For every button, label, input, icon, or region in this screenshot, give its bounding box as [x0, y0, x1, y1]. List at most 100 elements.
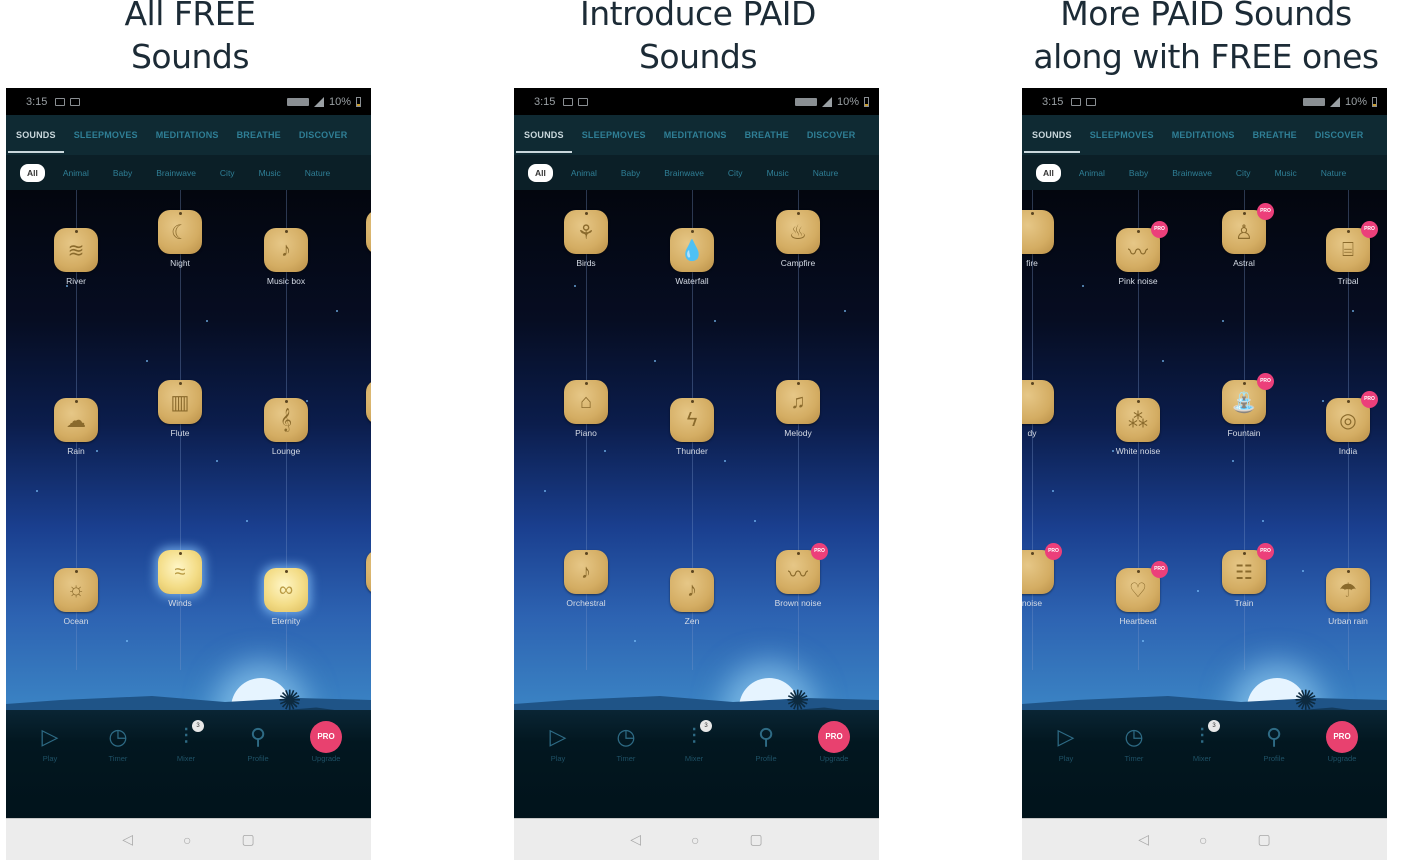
recents-icon[interactable]: ▢ — [750, 831, 763, 848]
sound-tile[interactable]: ⁂ White noise — [1116, 398, 1160, 456]
sound-tile[interactable]: ⌂Pia — [366, 380, 371, 424]
back-icon[interactable]: ◁ — [630, 831, 641, 848]
nav-play[interactable]: ▷ Play — [20, 722, 80, 763]
tab-sleepmoves[interactable]: SLEEPMOVES — [74, 115, 138, 155]
filter-all[interactable]: All — [528, 163, 553, 182]
home-icon[interactable]: ○ — [691, 832, 699, 848]
sound-tile[interactable]: ≋ River — [54, 228, 98, 286]
sound-tile[interactable]: ⚘ Birds — [564, 210, 608, 268]
filter-nature[interactable]: Nature — [813, 168, 839, 178]
sound-tile[interactable]: 𝄞 Lounge — [264, 398, 308, 456]
filter-all[interactable]: All — [20, 163, 45, 182]
sound-tile[interactable]: PRO noise — [1022, 543, 1062, 608]
filter-animal[interactable]: Animal — [571, 168, 597, 178]
nav-play[interactable]: ▷ Play — [1036, 722, 1096, 763]
filter-brainwave[interactable]: Brainwave — [664, 168, 704, 178]
top-tabs: SOUNDS SLEEPMOVES MEDITATIONS BREATHE DISCOV… — [1022, 115, 1387, 155]
filter-brainwave[interactable]: Brainwave — [156, 168, 196, 178]
filter-music[interactable]: Music — [767, 168, 789, 178]
nav-mixer[interactable]: ⫶ 3 Mixer — [664, 720, 724, 763]
sound-tile[interactable]: ♪ Music box — [264, 228, 308, 286]
sound-tile[interactable]: ♡ PRO Heartbeat — [1116, 561, 1168, 626]
filter-all[interactable]: All — [1036, 163, 1061, 182]
nav-timer[interactable]: ◷ Timer — [1104, 722, 1164, 763]
tab-meditations[interactable]: MEDITATIONS — [664, 115, 727, 155]
tab-sleepmoves[interactable]: SLEEPMOVES — [1090, 115, 1154, 155]
filter-baby[interactable]: Baby — [621, 168, 640, 178]
tab-meditations[interactable]: MEDITATIONS — [1172, 115, 1235, 155]
pro-icon: PRO — [804, 721, 864, 753]
sound-tile[interactable]: ☼ Ocean — [54, 568, 98, 626]
nav-label: Mixer — [684, 754, 704, 763]
filter-city[interactable]: City — [728, 168, 743, 178]
nav-mixer[interactable]: ⫶ 3 Mixer — [1172, 720, 1232, 763]
filter-nature[interactable]: Nature — [1321, 168, 1347, 178]
sound-tile[interactable]: ☾ Night — [158, 210, 202, 268]
nav-timer[interactable]: ◷ Timer — [88, 722, 148, 763]
star — [336, 310, 338, 312]
sound-tile[interactable]: 〰 PRO Brown noise — [775, 543, 828, 608]
sound-tile[interactable]: ∞ Eternity — [264, 568, 308, 626]
sound-tile[interactable]: ♙ PRO Astral — [1222, 203, 1274, 268]
tab-discover[interactable]: DISCOVER — [1315, 115, 1364, 155]
filter-music[interactable]: Music — [259, 168, 281, 178]
tab-meditations[interactable]: MEDITATIONS — [156, 115, 219, 155]
tab-breathe[interactable]: BREATHE — [745, 115, 789, 155]
nav-upgrade[interactable]: PRO Upgrade — [296, 721, 356, 763]
sound-tile[interactable]: ☁ Rain — [54, 398, 98, 456]
tab-sleepmoves[interactable]: SLEEPMOVES — [582, 115, 646, 155]
tab-sounds[interactable]: SOUNDS — [516, 115, 572, 155]
star — [146, 360, 148, 362]
filter-baby[interactable]: Baby — [113, 168, 132, 178]
home-icon[interactable]: ○ — [1199, 832, 1207, 848]
sound-tile[interactable]: ⌂ Piano — [564, 380, 608, 438]
home-icon[interactable]: ○ — [183, 832, 191, 848]
sound-tile[interactable]: ◎ PRO India — [1326, 391, 1378, 456]
mixer-icon: ⫶ 3 — [1172, 720, 1232, 752]
filter-city[interactable]: City — [1236, 168, 1251, 178]
tab-discover[interactable]: DISCOVER — [299, 115, 348, 155]
nav-mixer[interactable]: ⫶ 3 Mixer — [156, 720, 216, 763]
filter-music[interactable]: Music — [1275, 168, 1297, 178]
tab-sounds[interactable]: SOUNDS — [1024, 115, 1080, 155]
tab-discover[interactable]: DISCOVER — [807, 115, 856, 155]
filter-animal[interactable]: Animal — [63, 168, 89, 178]
sound-tile[interactable]: ϟ Thunder — [670, 398, 714, 456]
sound-tile[interactable]: ▥ Flute — [158, 380, 202, 438]
sound-tile[interactable]: dy — [1022, 380, 1054, 438]
recents-icon[interactable]: ▢ — [1258, 831, 1271, 848]
sound-tile[interactable]: 〰 PRO Pink noise — [1116, 221, 1168, 286]
sound-tile[interactable]: ⌸ PRO Tribal — [1326, 221, 1378, 286]
sound-tile[interactable]: ☂ Urban rain — [1326, 568, 1370, 626]
back-icon[interactable]: ◁ — [122, 831, 133, 848]
recents-icon[interactable]: ▢ — [242, 831, 255, 848]
sound-tile[interactable]: ♨ Campfire — [776, 210, 820, 268]
sound-label: Zen — [684, 616, 700, 626]
sound-tile[interactable]: ♪ Orchestral — [564, 550, 608, 608]
sound-tile[interactable]: ♫ Melody — [776, 380, 820, 438]
filter-city[interactable]: City — [220, 168, 235, 178]
filter-brainwave[interactable]: Brainwave — [1172, 168, 1212, 178]
nav-upgrade[interactable]: PRO Upgrade — [804, 721, 864, 763]
sound-tile[interactable]: ♩Orche — [366, 550, 371, 594]
sound-tile[interactable]: 💧 Waterfall — [670, 228, 714, 286]
sound-tile[interactable]: fire — [1022, 210, 1054, 268]
nav-upgrade[interactable]: PRO Upgrade — [1312, 721, 1372, 763]
nav-profile[interactable]: ⚲ Profile — [1244, 722, 1304, 763]
tab-breathe[interactable]: BREATHE — [1253, 115, 1297, 155]
back-icon[interactable]: ◁ — [1138, 831, 1149, 848]
sound-tile[interactable]: ⛲ PRO Fountain — [1222, 373, 1274, 438]
filter-nature[interactable]: Nature — [305, 168, 331, 178]
tab-breathe[interactable]: BREATHE — [237, 115, 281, 155]
nav-profile[interactable]: ⚲ Profile — [736, 722, 796, 763]
filter-baby[interactable]: Baby — [1129, 168, 1148, 178]
sound-tile[interactable]: ☷ PRO Train — [1222, 543, 1274, 608]
tab-sounds[interactable]: SOUNDS — [8, 115, 64, 155]
sound-tile[interactable]: ⚘Bi — [366, 210, 371, 254]
filter-animal[interactable]: Animal — [1079, 168, 1105, 178]
nav-timer[interactable]: ◷ Timer — [596, 722, 656, 763]
nav-profile[interactable]: ⚲ Profile — [228, 722, 288, 763]
sound-tile[interactable]: ♪ Zen — [670, 568, 714, 626]
sound-tile[interactable]: ≈ Winds — [158, 550, 202, 608]
nav-play[interactable]: ▷ Play — [528, 722, 588, 763]
